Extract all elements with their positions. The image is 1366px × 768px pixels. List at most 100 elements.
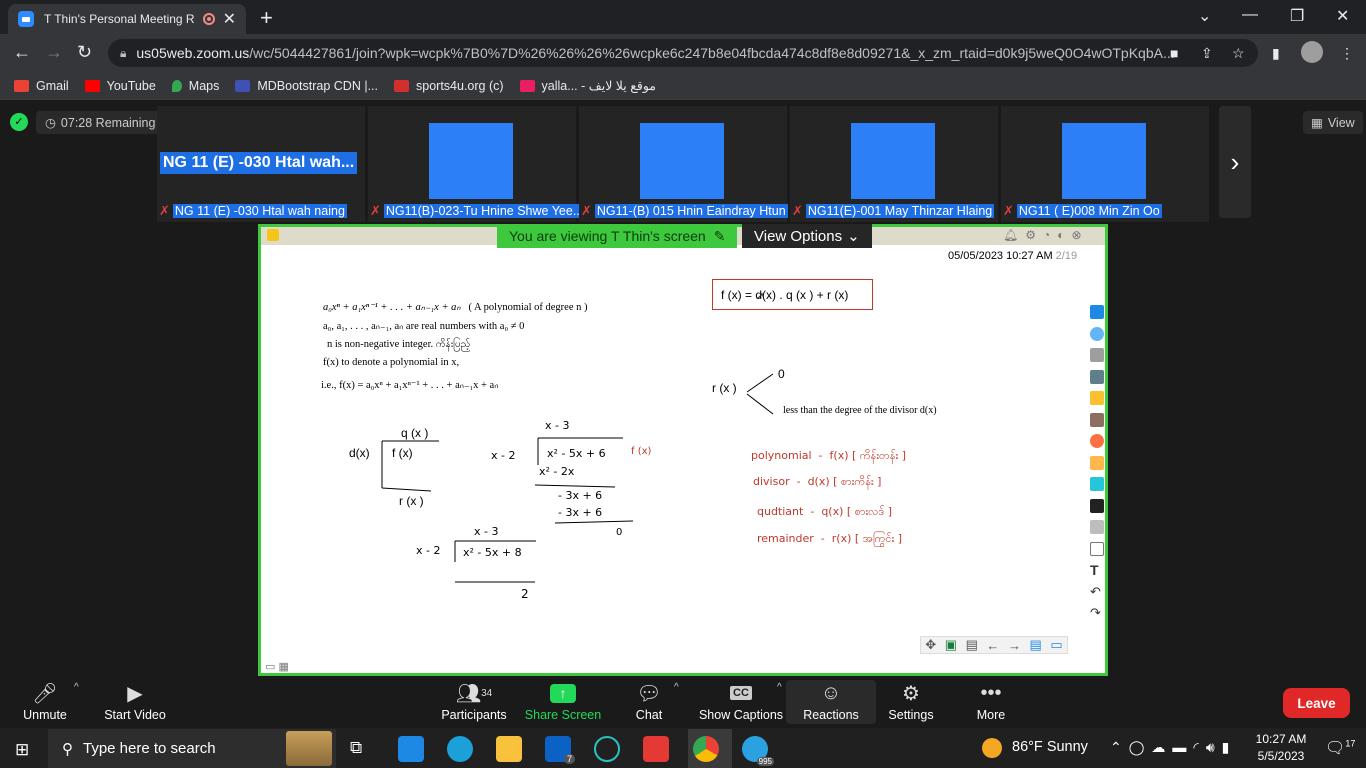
- clock-icon: ◷: [45, 116, 56, 130]
- tab-search-icon[interactable]: ⌄: [1198, 6, 1211, 26]
- participant-tile[interactable]: ✗ NG11 ( E)008 Min Zin Oo: [1001, 106, 1209, 222]
- maximize-icon[interactable]: ❐: [1290, 6, 1304, 26]
- page-list-icon[interactable]: ▭: [1050, 637, 1062, 653]
- def-myanmar: [ ကိန်းတန်း ]: [852, 449, 907, 462]
- windows-start-icon[interactable]: ⊞: [15, 740, 29, 760]
- task-view-icon[interactable]: ⧉: [350, 738, 362, 758]
- rx-less-than: less than the degree of the divisor d(x): [783, 405, 937, 416]
- reactions-button[interactable]: ☺︎ Reactions: [786, 680, 876, 724]
- text-tool-icon[interactable]: T: [1090, 563, 1104, 577]
- share-screen-button[interactable]: ↑ Share Screen: [518, 680, 608, 722]
- camera-blocked-icon[interactable]: ■: [1170, 45, 1178, 61]
- def-symbol: f(x): [829, 449, 849, 462]
- system-tray-icons[interactable]: ⌃◯☁▬◜🔊︎▮: [1110, 739, 1236, 756]
- annotate-pencil-icon[interactable]: [267, 229, 279, 241]
- next-page-icon[interactable]: →: [1008, 638, 1021, 653]
- captions-options-chevron-icon[interactable]: ^: [777, 682, 782, 693]
- taskbar-clock[interactable]: 10:27 AM 5/5/2023: [1255, 731, 1307, 765]
- bookmark-youtube[interactable]: YouTube: [84, 78, 156, 93]
- new-tab-icon[interactable]: +: [260, 5, 273, 31]
- add-page-icon[interactable]: ▤: [1030, 637, 1042, 653]
- eraser-tool-icon[interactable]: [1090, 520, 1104, 534]
- encryption-shield-icon[interactable]: ✓: [10, 113, 28, 131]
- hand-tool-icon[interactable]: [1090, 455, 1104, 470]
- smiley-icon: ☺︎: [820, 681, 842, 704]
- forward-icon[interactable]: →: [45, 42, 63, 63]
- settings-button[interactable]: ⚙ Settings: [866, 680, 956, 723]
- reload-icon[interactable]: ↻: [77, 42, 92, 63]
- camera-tool-icon[interactable]: [1090, 348, 1104, 362]
- view-options-button[interactable]: View Options ⌄: [742, 224, 872, 248]
- minimize-icon[interactable]: —: [1242, 6, 1258, 24]
- share-page-icon[interactable]: ⇪: [1201, 45, 1213, 62]
- prev-page-icon[interactable]: ←: [986, 638, 999, 653]
- participants-button[interactable]: 👥︎ 34 Participants: [429, 680, 519, 723]
- excel-icon[interactable]: ▣: [945, 637, 957, 653]
- bookmark-label: YouTube: [106, 78, 156, 93]
- back-icon[interactable]: ←: [13, 42, 31, 63]
- undo-tool-icon[interactable]: ↶: [1090, 584, 1104, 599]
- profile-avatar[interactable]: [1301, 41, 1323, 63]
- audio-options-chevron-icon[interactable]: ^: [74, 682, 79, 693]
- chrome-menu-icon[interactable]: ⋮: [1340, 45, 1354, 62]
- grid-tool-icon[interactable]: [1090, 305, 1104, 319]
- people-tool-icon[interactable]: [1090, 326, 1104, 341]
- move-tool-icon[interactable]: [1090, 369, 1104, 384]
- bookmark-sports4u[interactable]: sports4u.org (c): [394, 79, 504, 93]
- def-symbol: r(x): [831, 532, 852, 545]
- shape-tool-icon[interactable]: [1090, 541, 1104, 556]
- participant-tile[interactable]: ✗ NG11(B)-023-Tu Hnine Shwe Yee...: [368, 106, 586, 222]
- bookmark-star-icon[interactable]: ☆: [1232, 45, 1245, 62]
- bookmark-maps[interactable]: Maps: [171, 79, 219, 93]
- leave-button[interactable]: Leave: [1283, 688, 1350, 718]
- whiteboard-tool-column: T ↶ ↷: [1090, 305, 1105, 628]
- toolbox-icon[interactable]: [1090, 412, 1104, 427]
- close-window-icon[interactable]: ✕: [1336, 6, 1349, 26]
- muted-mic-icon: ✗: [581, 202, 592, 218]
- chat-button[interactable]: 💬︎ Chat: [604, 680, 694, 723]
- chrome-icon[interactable]: [693, 736, 719, 762]
- pdf-reader-icon[interactable]: [643, 736, 669, 762]
- shared-screen: 🔔︎⚙◔◐⊗ 05/05/2023 10:27 AM 2/19 a₀xⁿ + a…: [258, 224, 1108, 676]
- mail-icon[interactable]: 7: [545, 736, 575, 764]
- next-page-arrow-icon[interactable]: ›: [1219, 106, 1251, 218]
- page-number: 2/19: [1055, 250, 1078, 262]
- pen-tool-icon[interactable]: [1090, 498, 1104, 513]
- show-captions-button[interactable]: CC Show Captions: [696, 680, 786, 722]
- clipboard-icon[interactable]: ▤: [966, 637, 978, 653]
- cortana-icon[interactable]: [594, 736, 620, 762]
- view-button[interactable]: ▦ View: [1303, 111, 1363, 134]
- participant-tile[interactable]: ✗ NG11-(B) 015 Hnin Eaindray Htun: [579, 106, 788, 222]
- file-explorer-icon[interactable]: [496, 736, 522, 762]
- start-video-button[interactable]: ▶︎ Start Video: [90, 680, 180, 723]
- close-tab-icon[interactable]: ✕: [223, 9, 236, 29]
- notifications-icon[interactable]: 🗨︎17: [1325, 738, 1355, 758]
- redo-tool-icon[interactable]: ↷: [1090, 606, 1104, 620]
- more-button[interactable]: ••• More: [946, 680, 1036, 723]
- move-icon[interactable]: ✥: [925, 637, 936, 653]
- select-tool-icon[interactable]: [1090, 477, 1104, 491]
- address-bar[interactable]: 🔒︎ us05web.zoom.us/wc/5044427861/join?wp…: [108, 39, 1258, 67]
- annotate-icon[interactable]: ✎: [714, 228, 726, 245]
- side-panel-icon[interactable]: ▮: [1272, 45, 1280, 62]
- folder-tool-icon[interactable]: [1090, 391, 1104, 405]
- weather-sun-icon[interactable]: [982, 738, 1002, 758]
- bookmark-mdbootstrap[interactable]: MDBootstrap CDN |...: [235, 79, 378, 93]
- board-thumbnails-icon[interactable]: ▭ ▦: [265, 660, 289, 673]
- bookmark-yalla[interactable]: yalla... - موقع يلا لايف: [519, 78, 656, 93]
- bookmark-gmail[interactable]: Gmail: [14, 79, 69, 93]
- whiteboard-window-controls[interactable]: 🔔︎⚙◔◐⊗: [1003, 228, 1089, 242]
- bookmark-label: MDBootstrap CDN |...: [257, 78, 378, 93]
- date-text: 05/05/2023: [948, 250, 1004, 262]
- browser-tab[interactable]: T Thin's Personal Meeting Ro ✕: [8, 4, 246, 34]
- browser-tool-icon[interactable]: [1090, 434, 1104, 448]
- poly-note: ( A polynomial of degree n ): [468, 302, 588, 313]
- maps-icon: [171, 79, 182, 92]
- store-icon[interactable]: [398, 736, 424, 762]
- weather-text[interactable]: 86°F Sunny: [1012, 739, 1088, 755]
- edge-icon[interactable]: [447, 736, 473, 762]
- telegram-icon[interactable]: 995: [742, 736, 774, 766]
- youtube-icon: [84, 79, 100, 92]
- participant-tile[interactable]: ✗ NG11(E)-001 May Thinzar Hlaing: [790, 106, 998, 222]
- chat-options-chevron-icon[interactable]: ^: [674, 682, 679, 693]
